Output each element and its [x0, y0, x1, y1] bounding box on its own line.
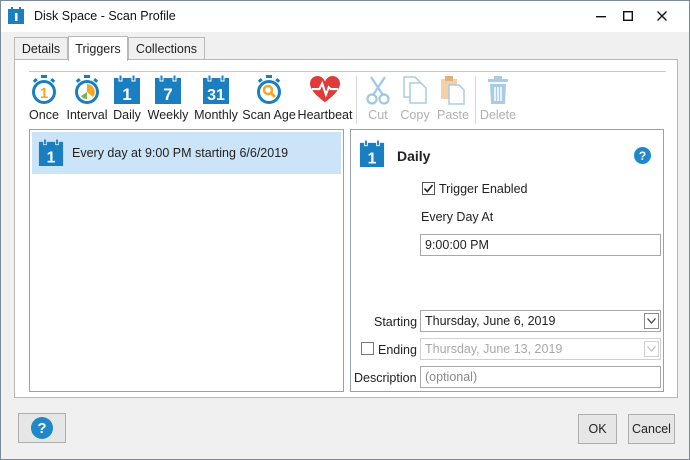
calendar-1-icon: 1: [112, 74, 142, 106]
ending-date-value: Thursday, June 13, 2019: [425, 342, 563, 356]
starting-label: Starting: [374, 315, 418, 329]
delete-label: Delete: [479, 108, 517, 122]
heartbeat-icon: [310, 74, 340, 106]
chevron-down-icon[interactable]: [644, 313, 659, 329]
toolbar-separator: [356, 76, 357, 124]
copy-icon: [400, 74, 430, 106]
cancel-button[interactable]: Cancel: [628, 414, 675, 444]
daily-label: Daily: [113, 108, 141, 122]
interval-label: Interval: [66, 108, 108, 122]
scan-age-button[interactable]: Scan Age: [242, 74, 296, 126]
description-field[interactable]: (optional): [420, 366, 661, 388]
description-label: Description: [354, 371, 417, 385]
chevron-down-icon[interactable]: [644, 341, 659, 357]
stopwatch-interval-icon: [72, 74, 102, 106]
cut-label: Cut: [368, 108, 388, 122]
starting-date-value: Thursday, June 6, 2019: [425, 314, 556, 328]
trigger-enabled-checkbox[interactable]: [422, 182, 435, 195]
monthly-label: Monthly: [194, 108, 238, 122]
trigger-detail-panel: 1 Daily ? Trigger Enabled Every Day At 9…: [350, 129, 664, 392]
copy-label: Copy: [400, 108, 430, 122]
heartbeat-label: Heartbeat: [297, 108, 353, 122]
trigger-list[interactable]: 1 Every day at 9:00 PM starting 6/6/2019: [29, 129, 344, 392]
trigger-enabled-label: Trigger Enabled: [439, 182, 528, 196]
triggers-panel: 1 Once Interval 1 Daily 7 Weekly 31 Mont…: [14, 59, 678, 398]
time-field[interactable]: 9:00:00 PM: [420, 234, 661, 256]
starting-date-picker[interactable]: Thursday, June 6, 2019: [420, 310, 661, 332]
ending-label: Ending: [378, 343, 417, 357]
svg-text:1: 1: [40, 85, 48, 102]
tab-details[interactable]: Details: [14, 37, 68, 60]
calendar-7-icon: 7: [153, 74, 183, 106]
minimize-icon: [596, 16, 606, 18]
ending-checkbox[interactable]: [361, 342, 374, 355]
trigger-text: Every day at 9:00 PM starting 6/6/2019: [72, 146, 289, 160]
tab-collections[interactable]: Collections: [128, 37, 205, 60]
calendar-31-icon: 31: [201, 74, 231, 106]
checkmark-icon: [423, 184, 434, 193]
delete-button[interactable]: Delete: [479, 74, 517, 126]
stopwatch-search-icon: [254, 74, 284, 106]
stopwatch-1-icon: 1: [29, 74, 59, 106]
paste-icon: [438, 74, 468, 106]
maximize-button[interactable]: [612, 1, 644, 31]
interval-button[interactable]: Interval: [66, 74, 108, 126]
maximize-icon: [623, 11, 633, 21]
paste-label: Paste: [437, 108, 469, 122]
help-button[interactable]: ?: [18, 413, 66, 443]
copy-button[interactable]: Copy: [400, 74, 430, 126]
ok-button[interactable]: OK: [578, 414, 617, 444]
svg-text:1: 1: [368, 150, 377, 167]
toolbar-separator: [475, 76, 476, 124]
paste-button[interactable]: Paste: [437, 74, 469, 126]
close-icon: [657, 11, 667, 21]
list-item[interactable]: 1 Every day at 9:00 PM starting 6/6/2019: [32, 132, 341, 174]
app-icon: [8, 7, 24, 24]
title-bar: Disk Space - Scan Profile: [1, 1, 689, 32]
help-icon: ?: [31, 417, 53, 439]
svg-text:31: 31: [207, 87, 225, 104]
calendar-1-icon: 1: [359, 140, 385, 168]
scan-age-label: Scan Age: [242, 108, 296, 122]
heartbeat-button[interactable]: Heartbeat: [298, 74, 352, 126]
svg-text:1: 1: [47, 149, 56, 166]
close-button[interactable]: [646, 1, 678, 31]
weekly-button[interactable]: 7 Weekly: [147, 74, 189, 126]
monthly-button[interactable]: 31 Monthly: [193, 74, 239, 126]
scissors-icon: [363, 74, 393, 106]
calendar-1-icon: 1: [38, 139, 64, 167]
tab-triggers[interactable]: Triggers: [68, 36, 128, 61]
trash-icon: [483, 74, 513, 106]
detail-title: Daily: [397, 148, 431, 164]
once-label: Once: [29, 108, 59, 122]
once-button[interactable]: 1 Once: [29, 74, 59, 126]
svg-text:7: 7: [163, 85, 172, 104]
daily-button[interactable]: 1 Daily: [112, 74, 142, 126]
help-icon[interactable]: ?: [634, 147, 651, 164]
cut-button[interactable]: Cut: [366, 74, 390, 126]
ending-date-picker[interactable]: Thursday, June 13, 2019: [420, 338, 661, 360]
weekly-label: Weekly: [147, 108, 189, 122]
svg-text:1: 1: [122, 85, 131, 104]
every-day-at-label: Every Day At: [421, 210, 494, 224]
toolbar-divider: [29, 71, 666, 72]
scan-profile-window: Disk Space - Scan Profile Details Trigge…: [0, 0, 690, 460]
window-title: Disk Space - Scan Profile: [34, 9, 176, 23]
